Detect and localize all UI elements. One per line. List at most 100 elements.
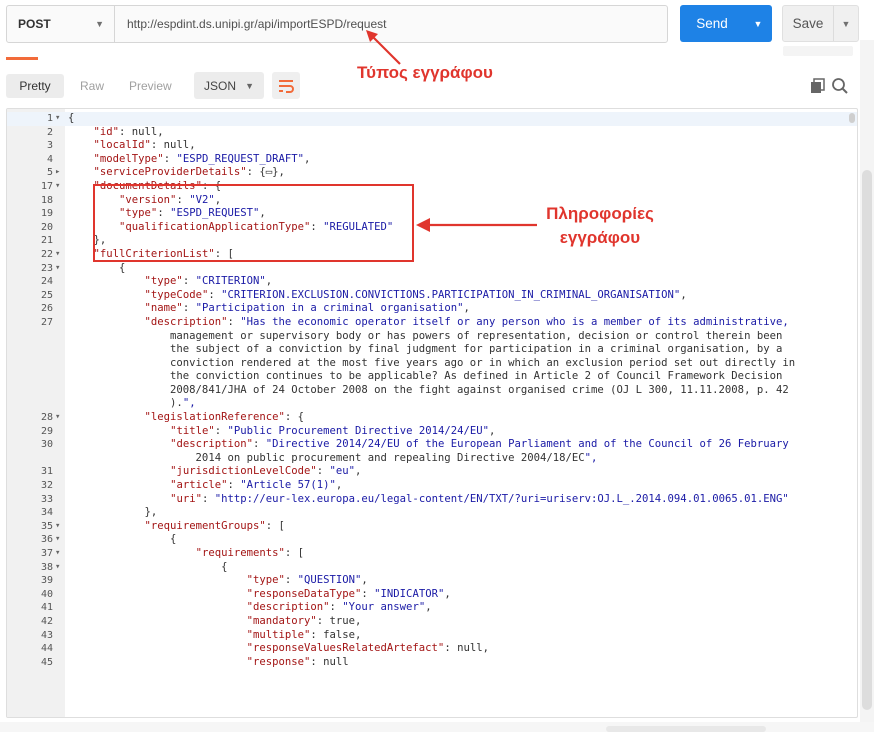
fold-toggle-icon[interactable]: ▾ [55, 262, 64, 276]
line-number: 5 [46, 167, 53, 179]
line-number: 22 [40, 248, 53, 260]
line-number: 26 [40, 303, 53, 315]
tab-pretty[interactable]: Pretty [6, 74, 64, 98]
code-text: "localId": null, [93, 139, 196, 152]
method-select[interactable]: POST ▼ [7, 6, 115, 42]
save-options-chevron-icon[interactable]: ▼ [833, 6, 858, 41]
code-text: "jurisdictionLevelCode": "eu", [170, 465, 362, 478]
tab-raw[interactable]: Raw [80, 76, 104, 96]
line-number: 29 [40, 425, 53, 437]
line-number: 42 [40, 615, 53, 627]
code-line: 39 "type": "QUESTION", [7, 574, 857, 588]
wrap-icon [279, 79, 294, 93]
code-text: "name": "Participation in a criminal org… [144, 302, 470, 315]
fold-toggle-icon[interactable]: ▾ [55, 547, 64, 561]
send-button[interactable]: Send ▼ [680, 5, 772, 42]
search-icon [832, 78, 848, 94]
fold-toggle-icon[interactable]: ▾ [55, 248, 64, 262]
line-number: 39 [40, 575, 53, 587]
code-line: 36 ▾ { [7, 533, 857, 547]
line-number: 17 [40, 180, 53, 192]
line-number: 1 [46, 113, 53, 124]
line-number: 43 [40, 629, 53, 641]
fold-toggle-icon[interactable]: ▾ [55, 112, 64, 126]
copy-button[interactable] [809, 77, 825, 95]
code-line: ).", [7, 397, 857, 411]
code-text: "description": "Your answer", [246, 601, 432, 614]
code-text: "description": "Has the economic operato… [144, 315, 789, 328]
code-text: "title": "Public Procurement Directive 2… [170, 424, 496, 437]
annotation-doc-info-line1: Πληροφορίες [546, 204, 654, 223]
code-text: "response": null [246, 655, 349, 668]
line-number: 3 [46, 140, 53, 152]
fold-toggle-icon[interactable]: ▾ [55, 561, 64, 575]
line-number: 31 [40, 466, 53, 478]
code-line: 35 ▾ "requirementGroups": [ [7, 520, 857, 534]
page-scrollbar-thumb[interactable] [862, 170, 872, 710]
code-line: 2 "id": null, [7, 126, 857, 140]
format-label: JSON [204, 78, 237, 93]
code-line: 42 "mandatory": true, [7, 615, 857, 629]
code-text: { [68, 533, 177, 546]
code-line: management or supervisory body or has po… [7, 330, 857, 344]
code-line: 4 "modelType": "ESPD_REQUEST_DRAFT", [7, 153, 857, 167]
line-number: 30 [40, 439, 53, 451]
code-line: conviction rendered at the most five yea… [7, 357, 857, 371]
method-label: POST [18, 17, 51, 31]
code-text: { [68, 112, 75, 124]
fold-toggle-icon[interactable]: ▾ [55, 411, 64, 425]
code-line: 32 "article": "Article 57(1)", [7, 479, 857, 493]
code-text: 2014 on public procurement and repealing… [68, 451, 598, 464]
line-number: 33 [40, 493, 53, 505]
toolbar-strip [783, 46, 853, 56]
line-number: 37 [40, 548, 53, 559]
active-tab-indicator [6, 57, 38, 60]
line-number: 40 [40, 588, 53, 600]
save-button[interactable]: Save ▼ [782, 5, 859, 42]
format-select[interactable]: JSON ▼ [194, 72, 264, 99]
send-options-chevron-icon[interactable]: ▼ [744, 19, 772, 29]
code-line: 44 "responseValuesRelatedArtefact": null… [7, 642, 857, 656]
code-line: 5 ▸ "serviceProviderDetails": {▭}, [7, 166, 857, 180]
line-number: 32 [40, 480, 53, 492]
wrap-lines-button[interactable] [272, 72, 300, 99]
search-button[interactable] [831, 77, 849, 95]
line-number: 34 [40, 507, 53, 519]
arrow-to-url-icon [366, 30, 401, 65]
code-line: 38 ▾ { [7, 561, 857, 575]
code-line: 23 ▾ { [7, 262, 857, 276]
line-number: 19 [40, 208, 53, 220]
fold-toggle-icon[interactable]: ▸ [55, 166, 64, 180]
code-line: 43 "multiple": false, [7, 629, 857, 643]
chevron-down-icon: ▼ [95, 19, 104, 29]
code-line: the conviction continues to be applicabl… [7, 370, 857, 384]
editor-scrollbar[interactable] [849, 113, 855, 123]
code-line: 3 "localId": null, [7, 139, 857, 153]
code-text: "typeCode": "CRITERION.EXCLUSION.CONVICT… [144, 288, 687, 301]
code-text: 2008/841/JHA of 24 October 2008 on the f… [68, 383, 789, 396]
fold-toggle-icon[interactable]: ▾ [55, 520, 64, 534]
code-text: "serviceProviderDetails": {▭}, [93, 166, 285, 179]
code-text: conviction rendered at the most five yea… [68, 356, 796, 369]
code-line: 41 "description": "Your answer", [7, 601, 857, 615]
code-text: "modelType": "ESPD_REQUEST_DRAFT", [93, 152, 311, 165]
code-text: "type": "QUESTION", [246, 574, 368, 587]
code-line: 37 ▾ "requirements": [ [7, 547, 857, 561]
code-text: ).", [68, 397, 196, 410]
fold-toggle-icon[interactable]: ▾ [55, 533, 64, 547]
code-line: 34 }, [7, 506, 857, 520]
code-text: { [68, 261, 126, 274]
line-number: 23 [40, 262, 53, 274]
tab-preview[interactable]: Preview [129, 76, 172, 96]
fold-toggle-icon[interactable]: ▾ [55, 180, 64, 194]
chevron-down-icon: ▼ [245, 80, 254, 91]
code-text: "article": "Article 57(1)", [170, 479, 343, 492]
code-text: "description": "Directive 2014/24/EU of … [170, 438, 789, 451]
annotation-doc-type: Τύπος εγγράφου [357, 63, 493, 82]
code-line: 25 "typeCode": "CRITERION.EXCLUSION.CONV… [7, 289, 857, 303]
code-line: 2008/841/JHA of 24 October 2008 on the f… [7, 384, 857, 398]
code-text: }, [68, 506, 158, 519]
code-text: "responseValuesRelatedArtefact": null, [246, 642, 489, 655]
code-line: 45 "response": null [7, 656, 857, 670]
save-label: Save [792, 16, 824, 31]
